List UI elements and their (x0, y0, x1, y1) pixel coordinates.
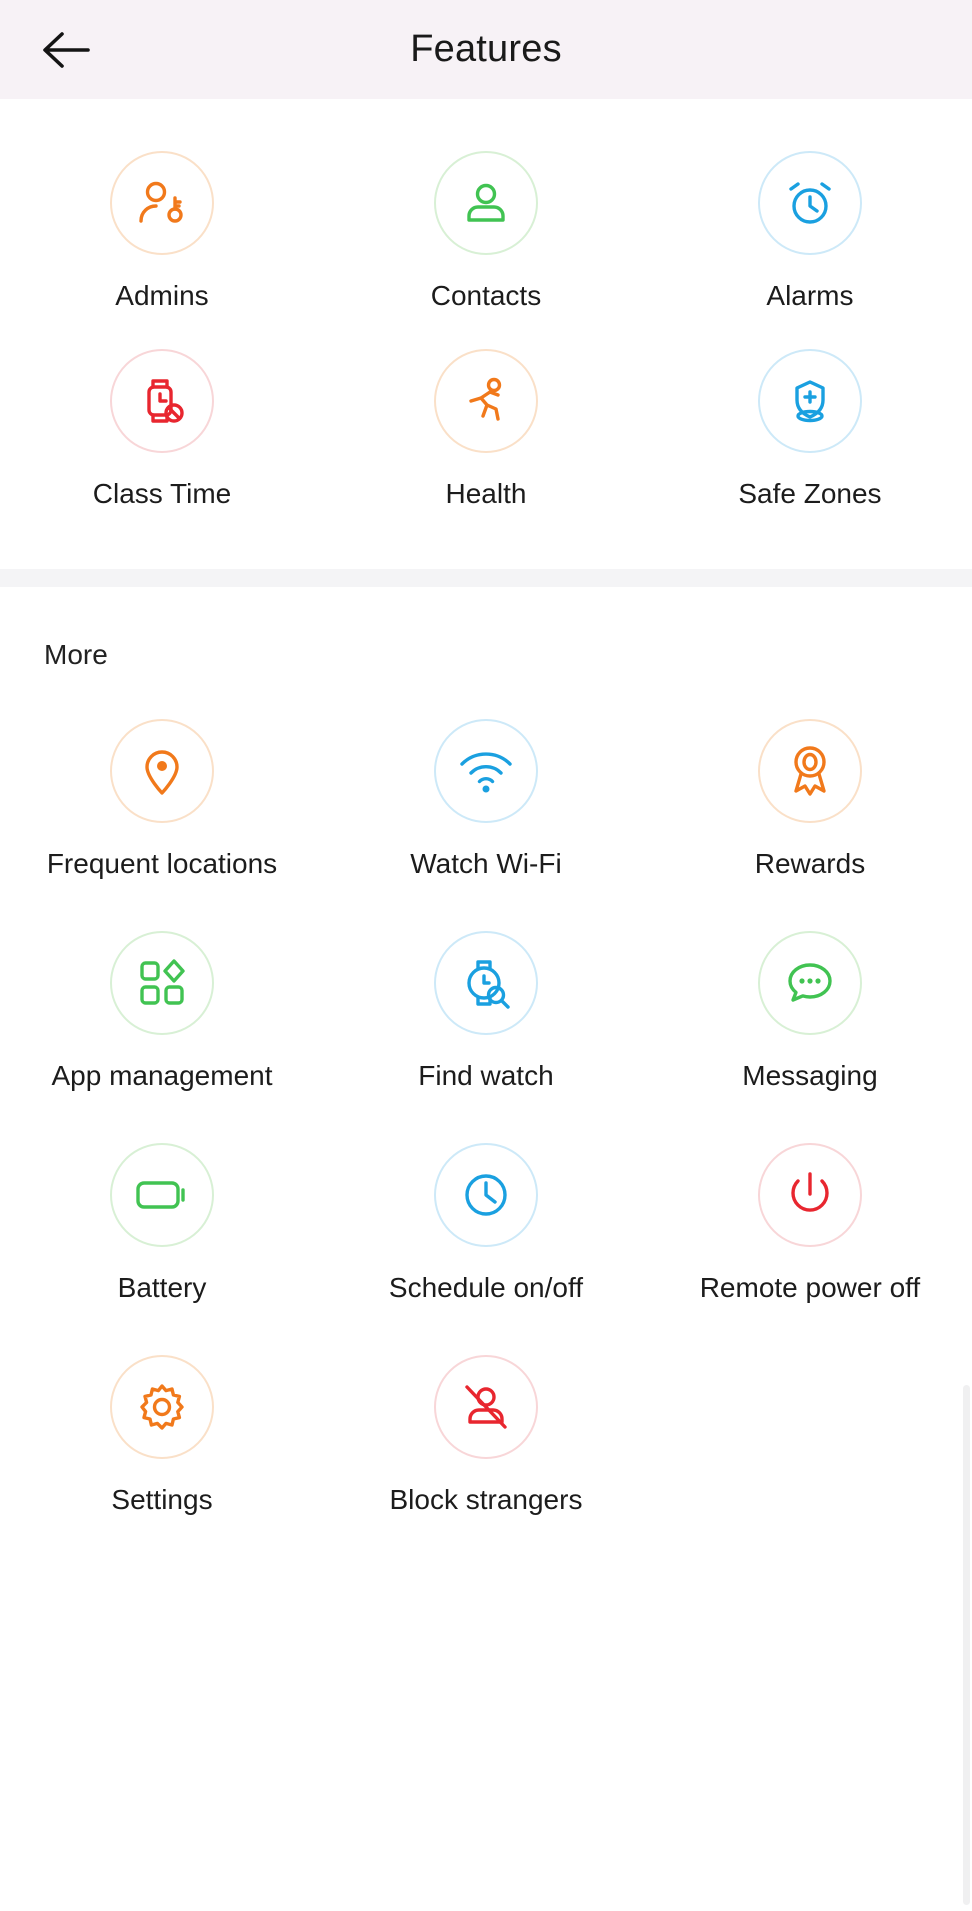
primary-feature-grid: Admins Contacts Alarms Class Time Health Safe… (0, 117, 972, 513)
feature-icon-badge (757, 1143, 862, 1247)
feature-icon-badge (433, 1355, 538, 1459)
battery-icon (133, 1175, 191, 1215)
shield-location-icon (783, 374, 837, 428)
feature-icon-badge (109, 349, 214, 453)
primary-features-section: Admins Contacts Alarms Class Time Health Safe… (0, 99, 972, 569)
feature-item-label: Admins (115, 280, 209, 311)
chat-bubble-icon (783, 957, 837, 1009)
feature-icon-badge (757, 349, 862, 453)
feature-item-frequent-locations[interactable]: Frequent locations (0, 671, 324, 883)
feature-icon-badge (757, 151, 862, 255)
user-key-icon (135, 176, 189, 230)
feature-item-battery[interactable]: Battery (0, 1095, 324, 1307)
power-icon (784, 1168, 836, 1222)
feature-item-app-management[interactable]: App management (0, 883, 324, 1095)
feature-item-find-watch[interactable]: Find watch (324, 883, 648, 1095)
feature-icon-badge (433, 349, 538, 453)
alarm-clock-icon (782, 175, 838, 231)
watch-search-icon (460, 956, 512, 1010)
running-person-icon (459, 374, 513, 428)
feature-icon-badge (433, 931, 538, 1035)
feature-item-label: App management (51, 1060, 273, 1091)
app-header: Features (0, 0, 972, 99)
clock-icon (459, 1168, 513, 1222)
gear-icon (135, 1380, 189, 1434)
feature-item-remote-power-off[interactable]: Remote power off (648, 1095, 972, 1307)
feature-item-label: Find watch (418, 1060, 554, 1091)
feature-item-health[interactable]: Health (324, 315, 648, 513)
map-pin-icon (137, 744, 187, 798)
vertical-scrollbar[interactable] (963, 1385, 970, 1905)
feature-item-label: Messaging (742, 1060, 878, 1091)
more-feature-grid: Frequent locations Watch Wi-Fi Rewards App … (0, 671, 972, 1519)
feature-item-label: Contacts (430, 280, 542, 311)
more-section-heading: More (44, 639, 108, 670)
watch-blocked-icon (135, 374, 189, 428)
feature-item-class-time[interactable]: Class Time (0, 315, 324, 513)
page-title: Features (410, 28, 562, 70)
feature-item-label: Settings (111, 1484, 213, 1515)
features-screen: Features Admins Contacts Alarms Class Time H… (0, 0, 972, 1911)
feature-item-contacts[interactable]: Contacts (324, 117, 648, 315)
feature-item-settings[interactable]: Settings (0, 1307, 324, 1519)
arrow-left-icon (40, 28, 92, 72)
feature-item-label: Schedule on/off (388, 1272, 584, 1303)
feature-item-label: Remote power off (699, 1272, 921, 1303)
app-grid-icon (136, 957, 188, 1009)
feature-item-label: Frequent locations (46, 848, 278, 879)
section-divider (0, 569, 972, 587)
feature-item-label: Battery (117, 1272, 207, 1303)
feature-item-safe-zones[interactable]: Safe Zones (648, 315, 972, 513)
feature-item-schedule-on-off[interactable]: Schedule on/off (324, 1095, 648, 1307)
medal-icon (785, 743, 835, 799)
back-button[interactable] (30, 14, 102, 86)
feature-item-label: Safe Zones (738, 478, 882, 509)
feature-item-label: Rewards (754, 848, 866, 879)
wifi-icon (458, 747, 514, 795)
feature-icon-badge (109, 151, 214, 255)
feature-icon-badge (109, 719, 214, 823)
feature-icon-badge (757, 719, 862, 823)
feature-item-messaging[interactable]: Messaging (648, 883, 972, 1095)
person-icon (459, 176, 513, 230)
more-features-section: More Frequent locations Watch Wi-Fi Reward… (0, 587, 972, 1519)
feature-item-label: Class Time (92, 478, 232, 509)
feature-icon-badge (433, 719, 538, 823)
feature-icon-badge (109, 1355, 214, 1459)
feature-icon-badge (109, 1143, 214, 1247)
feature-icon-badge (433, 1143, 538, 1247)
feature-item-label: Block strangers (389, 1484, 583, 1515)
person-blocked-icon (459, 1380, 513, 1434)
feature-item-admins[interactable]: Admins (0, 117, 324, 315)
feature-item-block-strangers[interactable]: Block strangers (324, 1307, 648, 1519)
feature-item-label: Health (445, 478, 527, 509)
feature-icon-badge (433, 151, 538, 255)
feature-item-alarms[interactable]: Alarms (648, 117, 972, 315)
feature-item-rewards[interactable]: Rewards (648, 671, 972, 883)
feature-icon-badge (109, 931, 214, 1035)
feature-item-watch-wi-fi[interactable]: Watch Wi-Fi (324, 671, 648, 883)
feature-item-label: Alarms (766, 280, 854, 311)
feature-item-label: Watch Wi-Fi (410, 848, 562, 879)
feature-icon-badge (757, 931, 862, 1035)
